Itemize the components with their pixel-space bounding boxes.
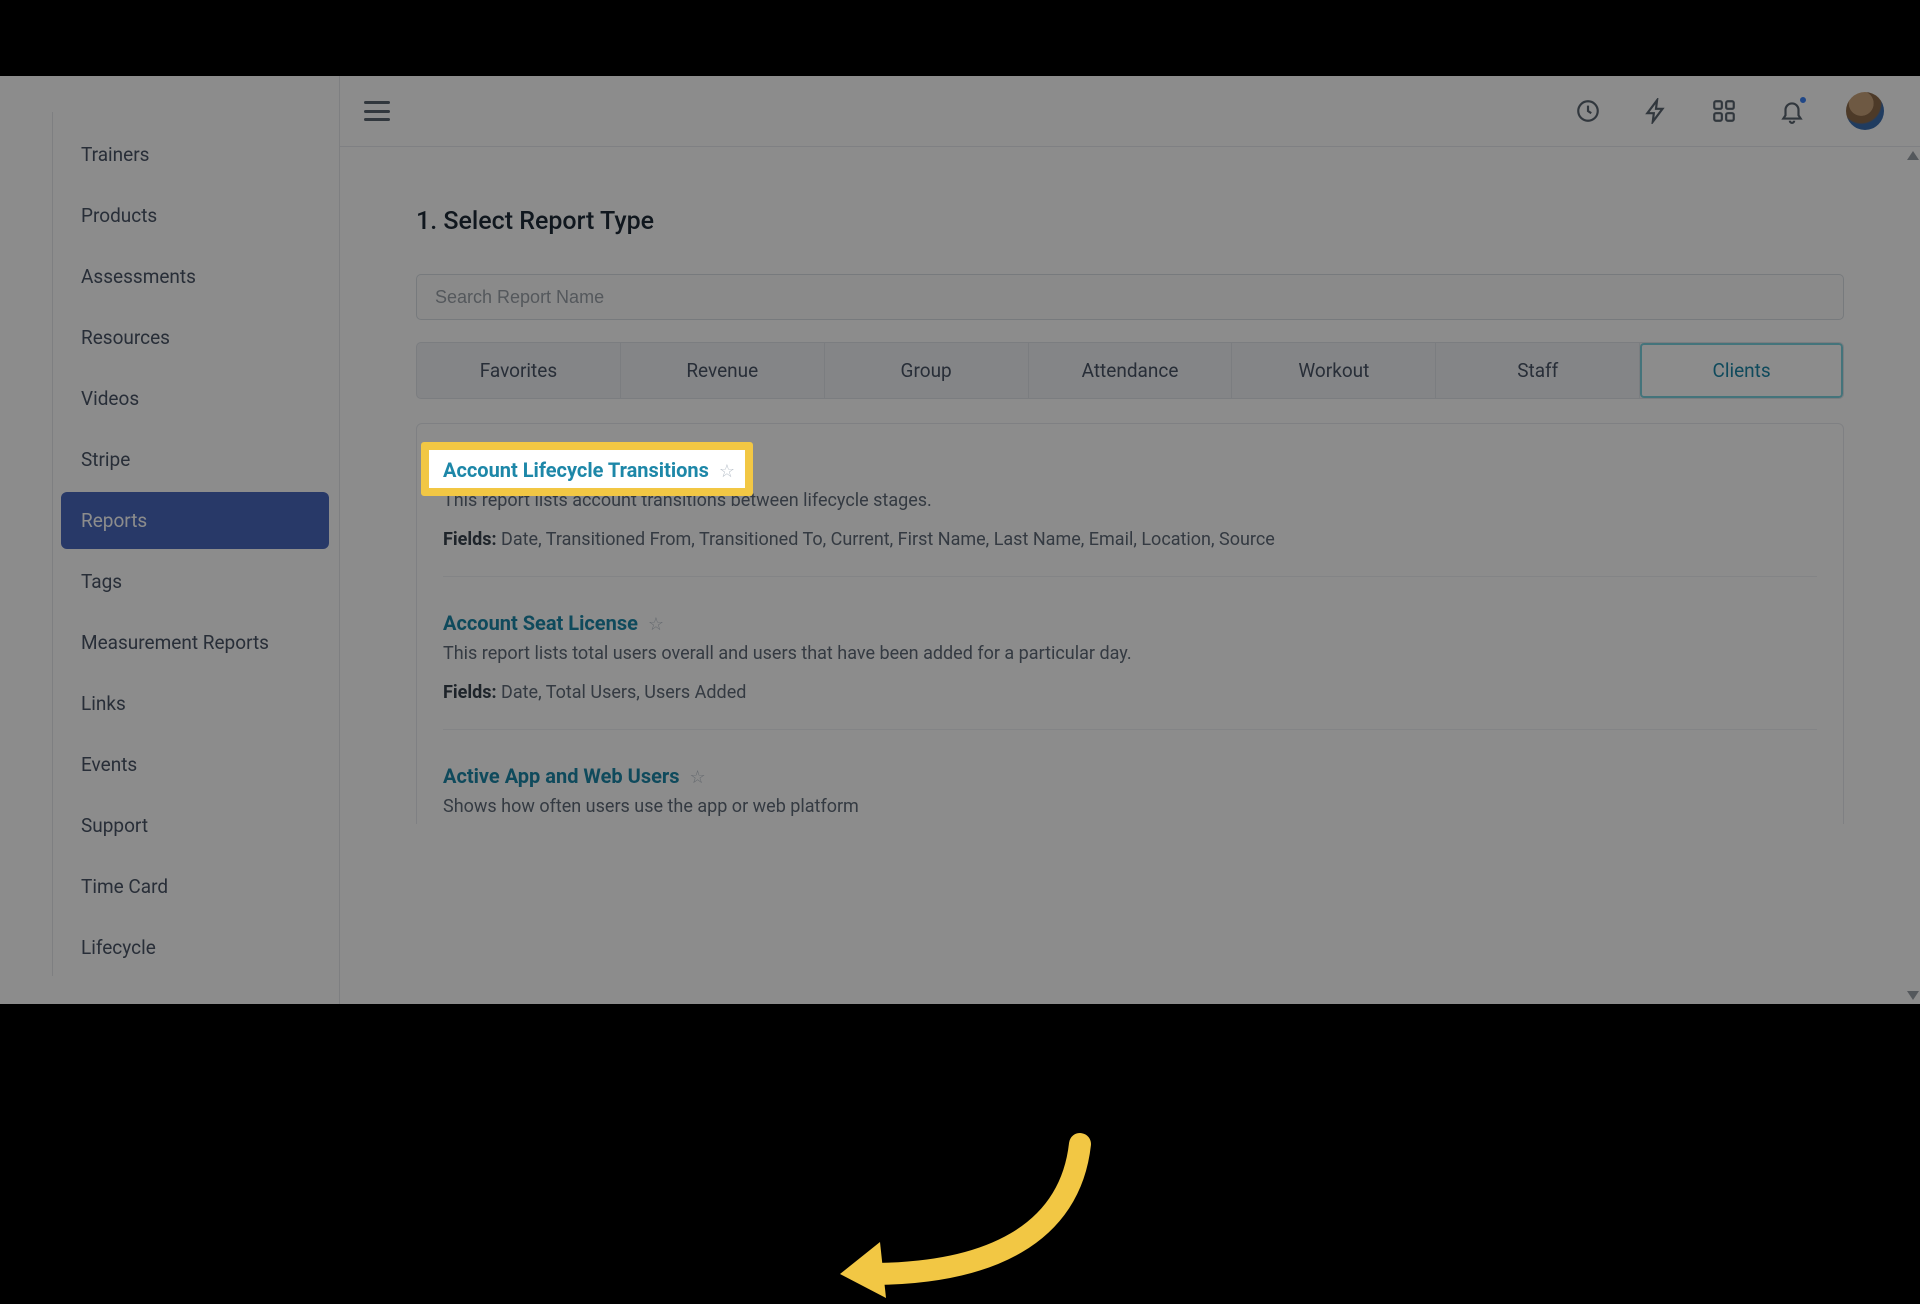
fields-value: Date, Total Users, Users Added (501, 682, 746, 703)
sidebar-item-assessments[interactable]: Assessments (61, 248, 329, 305)
report-fields: Fields: Date, Transitioned From, Transit… (443, 529, 1817, 550)
sidebar: Trainers Products Assessments Resources … (0, 76, 340, 1004)
fields-label: Fields: (443, 682, 497, 703)
report-title-link[interactable]: Account Lifecycle Transitions (443, 458, 709, 482)
clock-icon[interactable] (1574, 97, 1602, 125)
apps-icon[interactable] (1710, 97, 1738, 125)
search-input[interactable] (416, 274, 1844, 320)
avatar[interactable] (1846, 92, 1884, 130)
star-icon[interactable]: ☆ (689, 767, 705, 788)
letterbox-bottom (0, 1004, 1920, 1080)
tab-clients[interactable]: Clients (1640, 343, 1843, 398)
sidebar-item-videos[interactable]: Videos (61, 370, 329, 427)
topbar (340, 76, 1920, 147)
sidebar-item-events[interactable]: Events (61, 736, 329, 793)
main: 1. Select Report Type Favorites Revenue … (340, 76, 1920, 1004)
star-icon[interactable]: ☆ (719, 461, 735, 482)
letterbox-top (0, 0, 1920, 76)
report-list: Account Lifecycle Transitions ☆ This rep… (416, 423, 1844, 824)
sidebar-item-time-card[interactable]: Time Card (61, 858, 329, 915)
report-item: Active App and Web Users ☆ Shows how oft… (443, 730, 1817, 824)
bell-icon[interactable] (1778, 97, 1806, 125)
report-title-link[interactable]: Account Seat License (443, 611, 638, 635)
tab-group[interactable]: Group (825, 343, 1029, 398)
notification-dot (1798, 95, 1808, 105)
scroll-down-icon[interactable] (1907, 991, 1919, 1000)
sidebar-item-lifecycle[interactable]: Lifecycle (61, 919, 329, 976)
sidebar-item-links[interactable]: Links (61, 675, 329, 732)
sidebar-item-reports[interactable]: Reports (61, 492, 329, 549)
scrollbar[interactable] (1905, 147, 1920, 1004)
tab-revenue[interactable]: Revenue (621, 343, 825, 398)
tab-workout[interactable]: Workout (1232, 343, 1436, 398)
content: 1. Select Report Type Favorites Revenue … (340, 147, 1920, 824)
fields-label: Fields: (443, 529, 497, 550)
sidebar-item-support[interactable]: Support (61, 797, 329, 854)
report-item: Account Lifecycle Transitions ☆ This rep… (443, 424, 1817, 577)
star-icon[interactable]: ☆ (648, 614, 664, 635)
sidebar-item-stripe[interactable]: Stripe (61, 431, 329, 488)
report-title-link[interactable]: Active App and Web Users (443, 764, 680, 788)
app-root: Trainers Products Assessments Resources … (0, 76, 1920, 1004)
tab-attendance[interactable]: Attendance (1029, 343, 1233, 398)
menu-toggle-icon[interactable] (364, 101, 390, 121)
tab-favorites[interactable]: Favorites (417, 343, 621, 398)
report-tabs: Favorites Revenue Group Attendance Worko… (416, 342, 1844, 399)
sidebar-item-resources[interactable]: Resources (61, 309, 329, 366)
sidebar-item-trainers[interactable]: Trainers (61, 126, 329, 183)
scroll-up-icon[interactable] (1907, 151, 1919, 160)
sidebar-item-products[interactable]: Products (61, 187, 329, 244)
highlight-box: Account Lifecycle Transitions ☆ (443, 458, 735, 482)
sidebar-item-tags[interactable]: Tags (61, 553, 329, 610)
tab-staff[interactable]: Staff (1436, 343, 1640, 398)
report-description: This report lists total users overall an… (443, 643, 1817, 664)
bolt-icon[interactable] (1642, 97, 1670, 125)
report-item: Account Seat License ☆ This report lists… (443, 577, 1817, 730)
sidebar-item-measurement-reports[interactable]: Measurement Reports (61, 614, 329, 671)
annotation-arrow (790, 1124, 1110, 1304)
report-description: Shows how often users use the app or web… (443, 796, 1817, 817)
sidebar-list: Trainers Products Assessments Resources … (52, 112, 339, 976)
report-fields: Fields: Date, Total Users, Users Added (443, 682, 1817, 703)
fields-value: Date, Transitioned From, Transitioned To… (501, 529, 1275, 550)
page-title: 1. Select Report Type (416, 207, 1844, 236)
